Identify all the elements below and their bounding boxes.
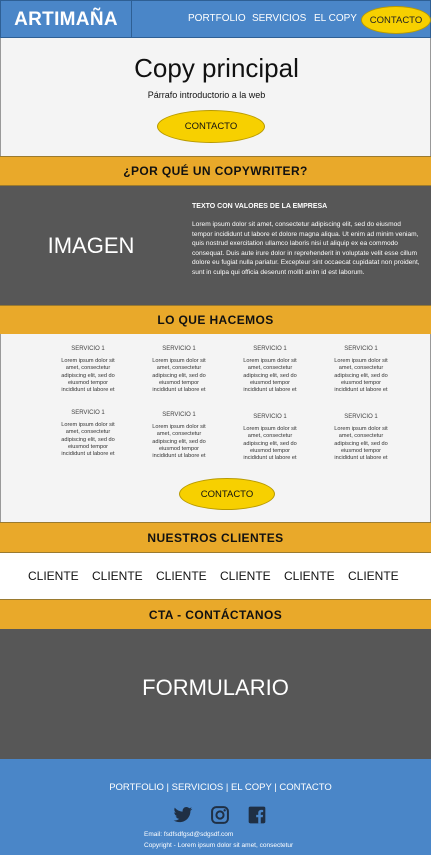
service-title: SERVICIO 1: [253, 346, 287, 352]
footer-links[interactable]: PORTFOLIO | SERVICIOS | EL COPY | CONTAC…: [0, 782, 431, 793]
service-card: SERVICIO 1 Lorem ipsum dolor sit amet, c…: [149, 412, 209, 460]
nav-link-el-copy[interactable]: EL COPY: [314, 13, 357, 24]
service-title: SERVICIO 1: [344, 346, 378, 352]
services-heading: LO QUE HACEMOS: [0, 305, 431, 335]
instagram-icon[interactable]: [210, 805, 230, 825]
service-title: SERVICIO 1: [71, 410, 105, 416]
form-label: FORMULARIO: [142, 675, 289, 700]
twitter-icon[interactable]: [173, 805, 193, 825]
logo[interactable]: ARTIMAÑA: [1, 1, 132, 38]
site-header: ARTIMAÑA PORTFOLIO SERVICIOS EL COPY CON…: [0, 0, 431, 38]
service-text: Lorem ipsum dolor sit amet, consectetur …: [243, 358, 297, 394]
facebook-icon[interactable]: [247, 805, 267, 825]
values-title: TEXTO CON VALORES DE LA EMPRESA: [192, 203, 328, 210]
why-section: IMAGEN TEXTO CON VALORES DE LA EMPRESA L…: [0, 186, 431, 306]
service-text: Lorem ipsum dolor sit amet, consectetur …: [152, 424, 206, 460]
service-text: Lorem ipsum dolor sit amet, consectetur …: [61, 358, 115, 394]
cta-heading: CTA - CONTÁCTANOS: [0, 599, 431, 630]
service-card: SERVICIO 1 Lorem ipsum dolor sit amet, c…: [331, 414, 391, 462]
hero-section: Copy principal Párrafo introductorio a l…: [0, 38, 431, 156]
clients-heading: NUESTROS CLIENTES: [0, 522, 431, 553]
services-section: SERVICIO 1 Lorem ipsum dolor sit amet, c…: [0, 334, 431, 522]
service-title: SERVICIO 1: [162, 412, 196, 418]
client-logo: CLIENTE: [28, 569, 79, 583]
hero-contact-button[interactable]: CONTACTO: [157, 110, 265, 143]
header-contact-button[interactable]: CONTACTO: [361, 6, 431, 34]
service-text: Lorem ipsum dolor sit amet, consectetur …: [334, 426, 388, 462]
services-contact-button[interactable]: CONTACTO: [179, 478, 275, 510]
service-card: SERVICIO 1 Lorem ipsum dolor sit amet, c…: [58, 410, 118, 458]
client-logo: CLIENTE: [348, 569, 399, 583]
service-text: Lorem ipsum dolor sit amet, consectetur …: [334, 358, 388, 394]
service-card: SERVICIO 1 Lorem ipsum dolor sit amet, c…: [240, 346, 300, 394]
service-text: Lorem ipsum dolor sit amet, consectetur …: [152, 358, 206, 394]
hero-subtitle: Párrafo introductorio a la web: [147, 90, 266, 100]
contact-form-placeholder[interactable]: FORMULARIO: [0, 629, 431, 759]
client-logo: CLIENTE: [156, 569, 207, 583]
nav-link-portfolio[interactable]: PORTFOLIO: [188, 13, 246, 24]
service-text: Lorem ipsum dolor sit amet, consectetur …: [243, 426, 297, 462]
nav-link-servicios[interactable]: SERVICIOS: [252, 13, 306, 24]
client-logo: CLIENTE: [284, 569, 335, 583]
service-card: SERVICIO 1 Lorem ipsum dolor sit amet, c…: [331, 346, 391, 394]
service-card: SERVICIO 1 Lorem ipsum dolor sit amet, c…: [58, 346, 118, 394]
footer-email[interactable]: Email: fsdfsdfgsd@sdgsdf.com: [144, 831, 233, 838]
values-text: Lorem ipsum dolor sit amet, consectetur …: [192, 221, 420, 276]
clients-section: CLIENTE CLIENTE CLIENTE CLIENTE CLIENTE …: [0, 553, 431, 599]
why-heading: ¿POR QUÉ UN COPYWRITER?: [0, 156, 431, 186]
service-title: SERVICIO 1: [344, 414, 378, 420]
image-placeholder: IMAGEN: [47, 233, 135, 258]
service-card: SERVICIO 1 Lorem ipsum dolor sit amet, c…: [149, 346, 209, 394]
service-card: SERVICIO 1 Lorem ipsum dolor sit amet, c…: [240, 414, 300, 462]
service-text: Lorem ipsum dolor sit amet, consectetur …: [61, 422, 115, 458]
footer-copyright: Copyright - Lorem ipsum dolor sit amet, …: [144, 842, 294, 849]
client-logo: CLIENTE: [92, 569, 143, 583]
hero-title: Copy principal: [134, 53, 299, 83]
client-logo: CLIENTE: [220, 569, 271, 583]
service-title: SERVICIO 1: [71, 346, 105, 352]
service-title: SERVICIO 1: [162, 346, 196, 352]
service-title: SERVICIO 1: [253, 414, 287, 420]
site-footer: PORTFOLIO | SERVICIOS | EL COPY | CONTAC…: [0, 759, 431, 855]
